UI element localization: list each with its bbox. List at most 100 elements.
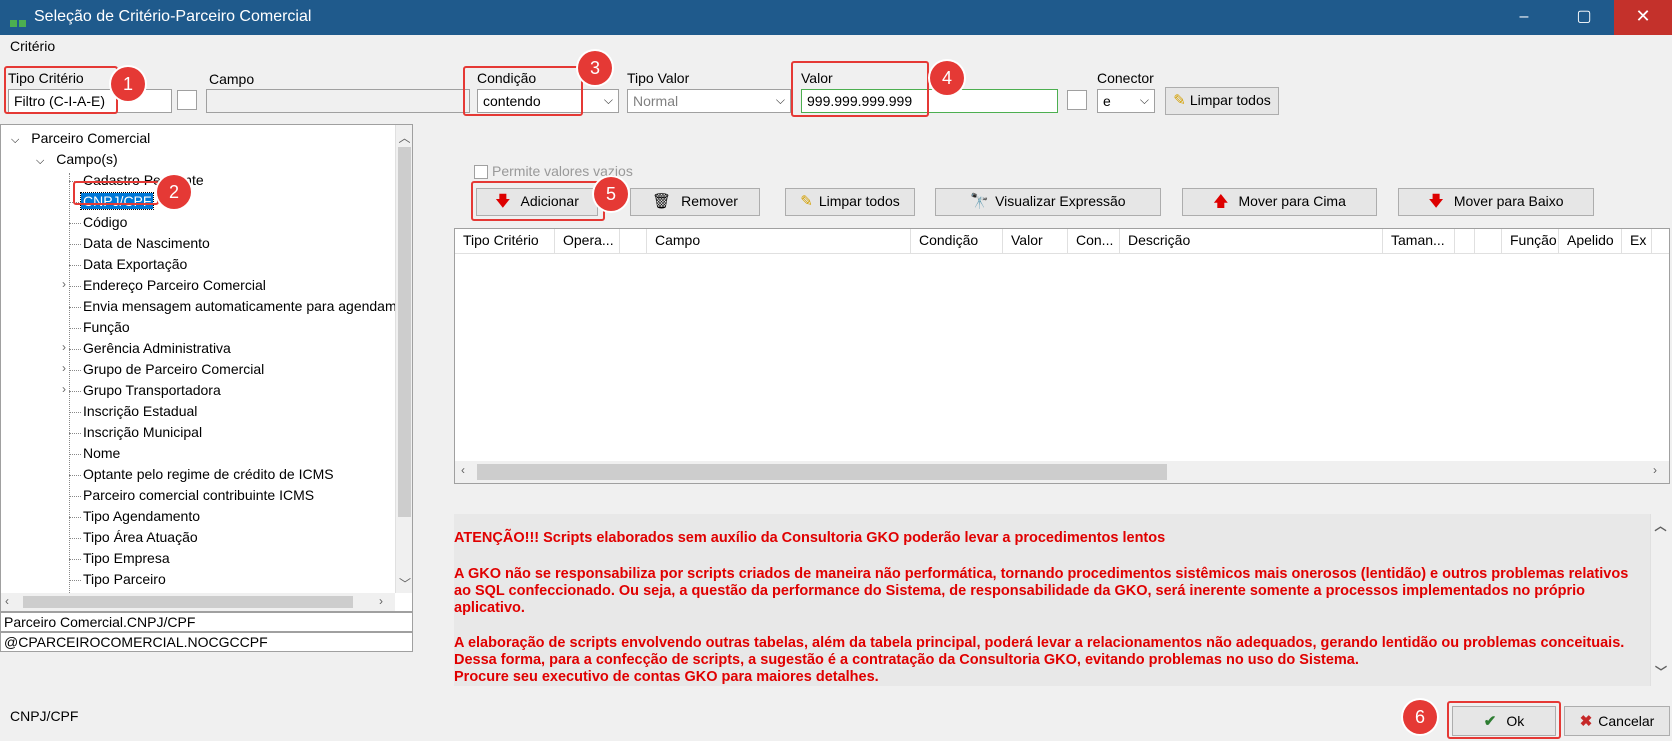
- tree-item[interactable]: Optante pelo regime de crédito de ICMS: [83, 466, 334, 482]
- criteria-group-label: Critério: [10, 38, 56, 54]
- tree-root-node[interactable]: ⌵ Parceiro Comercial: [11, 130, 150, 147]
- grid-column-header[interactable]: Tipo Critério: [455, 229, 555, 254]
- highlight-condicao: [463, 66, 583, 116]
- remover-button[interactable]: 🗑 Remover: [630, 188, 760, 216]
- tree-connector: [69, 265, 81, 266]
- tree-connector: [69, 244, 81, 245]
- grid-column-header[interactable]: [1455, 229, 1475, 254]
- selected-path-field: Parceiro Comercial.CNPJ/CPF: [0, 612, 413, 632]
- window-title: Seleção de Critério-Parceiro Comercial: [34, 8, 312, 25]
- grid-column-header[interactable]: Campo: [647, 229, 911, 254]
- grid-column-header[interactable]: [620, 229, 647, 254]
- tree-connector: [69, 559, 81, 560]
- close-button[interactable]: ✕: [1614, 0, 1672, 35]
- scroll-down-icon[interactable]: ﹀: [1655, 664, 1667, 681]
- grid-hscroll-thumb[interactable]: [477, 464, 1167, 480]
- criteria-grid[interactable]: Tipo Critério Opera... Campo Condição Valor C…: [454, 228, 1670, 484]
- scroll-left-icon[interactable]: ‹: [5, 594, 9, 608]
- grid-column-header[interactable]: Função: [1502, 229, 1559, 254]
- tree-item[interactable]: Inscrição Municipal: [83, 424, 202, 440]
- sql-field: @CPARCEIROCOMERCIAL.NOCGCCPF: [0, 632, 413, 652]
- cancel-label: Cancelar: [1598, 713, 1655, 729]
- grid-column-header[interactable]: Opera...: [555, 229, 620, 254]
- grid-column-header[interactable]: Valor: [1003, 229, 1068, 254]
- tree-item[interactable]: Função: [83, 319, 130, 335]
- tipo-criterio-checkbox[interactable]: [177, 90, 197, 110]
- grid-horizontal-scrollbar[interactable]: ‹ ›: [455, 461, 1669, 483]
- tree-item[interactable]: Gerência Administrativa: [83, 340, 231, 356]
- campo-field[interactable]: [206, 89, 470, 113]
- tree-item[interactable]: Data Exportação: [83, 256, 187, 272]
- tree-item[interactable]: Envia mensagem automaticamente para agen…: [83, 298, 412, 314]
- conector-select[interactable]: e ⌵: [1097, 89, 1155, 113]
- arrow-down-icon: 🡇: [1428, 193, 1444, 210]
- tree-horizontal-scrollbar[interactable]: ‹ ›: [1, 593, 395, 611]
- title-bar: Seleção de Critério-Parceiro Comercial –…: [0, 0, 1672, 35]
- highlight-cnpj: [73, 181, 159, 205]
- chevron-down-icon: ⌵: [603, 93, 613, 107]
- permite-vazios-checkbox[interactable]: [474, 165, 488, 180]
- scroll-right-icon[interactable]: ›: [379, 594, 383, 608]
- conector-value: e: [1103, 93, 1111, 109]
- grid-column-header[interactable]: Descrição: [1120, 229, 1383, 254]
- binoculars-icon: 🔭: [970, 193, 990, 210]
- mover-cima-button[interactable]: 🡅 Mover para Cima: [1182, 188, 1377, 216]
- maximize-button[interactable]: ▢: [1555, 0, 1613, 35]
- chevron-right-icon[interactable]: ›: [62, 277, 66, 291]
- grid-column-header[interactable]: Apelido: [1559, 229, 1622, 254]
- valor-checkbox[interactable]: [1067, 90, 1087, 110]
- tree-item[interactable]: Data de Nascimento: [83, 235, 210, 251]
- warning-line-4: Procure seu executivo de contas GKO para…: [454, 669, 879, 685]
- warning-vertical-scrollbar[interactable]: ︿ ﹀: [1650, 514, 1670, 686]
- tree-hscroll-thumb[interactable]: [23, 596, 353, 608]
- tree-group-node[interactable]: ⌵ Campo(s): [36, 151, 118, 168]
- scroll-left-icon[interactable]: ‹: [461, 463, 465, 477]
- tree-connector: [69, 454, 81, 455]
- trash-icon: 🗑: [652, 193, 672, 210]
- chevron-right-icon[interactable]: ›: [62, 340, 66, 354]
- warning-line-1: ATENÇÃO!!! Scripts elaborados sem auxíli…: [454, 530, 1166, 546]
- chevron-right-icon[interactable]: ›: [62, 361, 66, 375]
- grid-column-header[interactable]: Ex: [1622, 229, 1652, 254]
- remover-label: Remover: [681, 193, 738, 209]
- grid-column-header[interactable]: Con...: [1068, 229, 1120, 254]
- grid-column-header[interactable]: Condição: [911, 229, 1003, 254]
- limpar-todos-grid-button[interactable]: ✎ Limpar todos: [785, 188, 915, 216]
- field-tree[interactable]: ⌵ Parceiro Comercial ⌵ Campo(s) Cadastro…: [0, 124, 413, 612]
- tree-item[interactable]: Tipo Empresa: [83, 550, 170, 566]
- tree-item[interactable]: Código: [83, 214, 127, 230]
- chevron-down-icon: ⌵: [11, 134, 20, 146]
- tree-root-label: Parceiro Comercial: [31, 130, 151, 146]
- scroll-right-icon[interactable]: ›: [1653, 463, 1657, 477]
- tree-group-label: Campo(s): [56, 151, 118, 167]
- tree-item[interactable]: Parceiro comercial contribuinte ICMS: [83, 487, 314, 503]
- minimize-button[interactable]: –: [1495, 0, 1553, 35]
- scroll-up-icon[interactable]: ︿: [1651, 514, 1670, 535]
- grid-column-header[interactable]: Taman...: [1383, 229, 1455, 254]
- tree-connector: [69, 286, 81, 287]
- step-badge-4: 4: [930, 61, 964, 95]
- highlight-adicionar: [471, 181, 605, 221]
- tree-connector: [69, 349, 81, 350]
- tipo-valor-select[interactable]: Normal ⌵: [627, 89, 791, 113]
- tree-item[interactable]: Grupo Transportadora: [83, 382, 221, 398]
- tree-item[interactable]: Nome: [83, 445, 120, 461]
- tree-vertical-scrollbar[interactable]: ︿ ﹀: [395, 125, 412, 593]
- tree-connector: [69, 328, 81, 329]
- tree-scroll-thumb[interactable]: [398, 147, 411, 517]
- tree-item[interactable]: Grupo de Parceiro Comercial: [83, 361, 264, 377]
- mover-baixo-button[interactable]: 🡇 Mover para Baixo: [1398, 188, 1594, 216]
- chevron-right-icon[interactable]: ›: [62, 382, 66, 396]
- scroll-up-icon[interactable]: ︿: [396, 125, 412, 146]
- tree-item[interactable]: Endereço Parceiro Comercial: [83, 277, 266, 293]
- scroll-down-icon[interactable]: ﹀: [399, 575, 411, 592]
- visualizar-expressao-label: Visualizar Expressão: [995, 193, 1126, 209]
- cancel-button[interactable]: ✖ Cancelar: [1564, 706, 1670, 736]
- limpar-todos-criteria-button[interactable]: ✎ Limpar todos: [1165, 87, 1279, 115]
- tree-item[interactable]: Tipo Área Atuação: [83, 529, 198, 545]
- visualizar-expressao-button[interactable]: 🔭 Visualizar Expressão: [935, 188, 1161, 216]
- tree-item[interactable]: Tipo Agendamento: [83, 508, 200, 524]
- grid-column-header[interactable]: [1475, 229, 1502, 254]
- tree-item[interactable]: Inscrição Estadual: [83, 403, 197, 419]
- tree-item[interactable]: Tipo Parceiro: [83, 571, 166, 587]
